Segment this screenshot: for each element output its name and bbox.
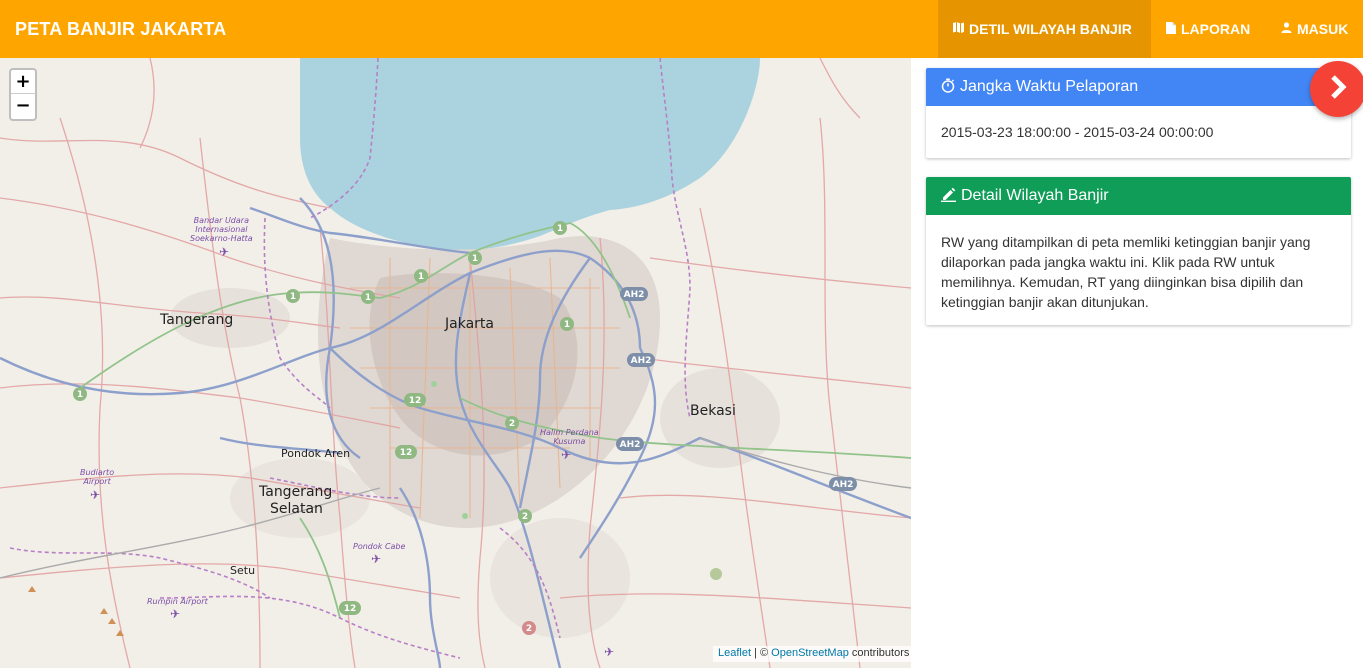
attribution-separator: | © [751, 647, 772, 659]
label-bekasi: Bekasi [690, 403, 736, 419]
svg-text:1: 1 [365, 293, 371, 303]
label-airport: Bandar Udara Internasional Soekarno-Hatt… [190, 216, 253, 243]
label-tangerang: Tangerang [160, 312, 234, 328]
svg-text:AH2: AH2 [620, 440, 641, 450]
label-budiarto-line2: Airport [83, 477, 111, 486]
label-budiarto-line1: Budiarto [80, 468, 115, 477]
map-icon [953, 22, 964, 36]
svg-text:1: 1 [472, 254, 478, 264]
svg-text:1: 1 [290, 292, 296, 302]
brand-title[interactable]: PETA BANJIR JAKARTA [15, 19, 226, 40]
navbar: PETA BANJIR JAKARTA DETIL WILAYAH BANJIR… [0, 0, 1363, 58]
svg-text:✈: ✈ [604, 645, 614, 659]
label-halim: Halim Perdana Kusuma [540, 428, 599, 446]
label-tangerang-selatan-1: Tangerang [259, 484, 333, 500]
svg-text:2: 2 [522, 512, 528, 522]
svg-text:✈: ✈ [90, 488, 100, 502]
nav-masuk-label: MASUK [1297, 21, 1349, 37]
label-jakarta: Jakarta [445, 316, 494, 332]
time-range-header: Jangka Waktu Pelaporan [926, 68, 1351, 106]
svg-text:1: 1 [557, 224, 563, 234]
svg-text:AH2: AH2 [631, 356, 652, 366]
svg-text:1: 1 [418, 272, 424, 282]
pencil-icon [941, 187, 956, 206]
time-range-panel: Jangka Waktu Pelaporan 2015-03-23 18:00:… [926, 68, 1351, 158]
flood-detail-panel: Detail Wilayah Banjir RW yang ditampilka… [926, 177, 1351, 325]
svg-text:AH2: AH2 [624, 290, 645, 300]
nav-laporan-label: LAPORAN [1181, 21, 1251, 37]
map-attribution: Leaflet | © OpenStreetMap contributors [713, 646, 911, 662]
label-airport-line1: Bandar Udara [193, 216, 249, 225]
svg-text:1: 1 [564, 320, 570, 330]
time-range-title: Jangka Waktu Pelaporan [960, 78, 1139, 95]
zoom-out-button[interactable]: − [11, 94, 35, 118]
flood-detail-header: Detail Wilayah Banjir [926, 177, 1351, 215]
svg-text:✈: ✈ [170, 607, 180, 621]
osm-link[interactable]: OpenStreetMap [771, 647, 849, 659]
label-budiarto: Budiarto Airport [80, 468, 114, 486]
label-tangerang-selatan-2: Selatan [270, 501, 323, 517]
chevron-right-icon [1327, 74, 1349, 104]
map-tiles: 1 1 1 1 1 1 1 2 2 2 12 12 12 AH2 AH2 AH2… [0, 58, 911, 668]
svg-text:2: 2 [526, 624, 532, 634]
leaflet-link[interactable]: Leaflet [718, 647, 751, 659]
svg-text:12: 12 [400, 448, 413, 458]
flood-detail-title: Detail Wilayah Banjir [961, 187, 1109, 204]
svg-text:12: 12 [344, 604, 357, 614]
svg-text:12: 12 [409, 396, 422, 406]
label-setu: Setu [230, 564, 256, 577]
svg-text:✈: ✈ [219, 245, 229, 259]
svg-text:✈: ✈ [371, 552, 381, 566]
svg-text:1: 1 [77, 390, 83, 400]
svg-text:✈: ✈ [561, 448, 571, 462]
zoom-control: + − [9, 68, 37, 121]
svg-text:AH2: AH2 [833, 480, 854, 490]
nav-detil-label: DETIL WILAYAH BANJIR [969, 21, 1132, 37]
stopwatch-icon [941, 78, 955, 97]
user-icon [1281, 22, 1292, 36]
zoom-in-button[interactable]: + [11, 70, 35, 94]
label-halim-line2: Kusuma [553, 437, 586, 446]
nav-detil-wilayah-banjir[interactable]: DETIL WILAYAH BANJIR [938, 0, 1151, 58]
flood-map[interactable]: 1 1 1 1 1 1 1 2 2 2 12 12 12 AH2 AH2 AH2… [0, 58, 911, 668]
label-airport-line3: Soekarno-Hatta [190, 234, 253, 243]
toggle-sidebar-button[interactable] [1310, 61, 1363, 117]
label-pondok-aren: Pondok Aren [281, 447, 351, 460]
nav-masuk[interactable]: MASUK [1266, 0, 1363, 58]
label-rumpin: Rumpin Airport [147, 597, 208, 606]
attribution-suffix: contributors [848, 647, 910, 659]
label-pondok-cabe: Pondok Cabe [353, 542, 406, 551]
label-airport-line2: Internasional [195, 225, 248, 234]
label-halim-line1: Halim Perdana [540, 428, 599, 437]
svg-text:2: 2 [509, 419, 515, 429]
nav-laporan[interactable]: LAPORAN [1151, 0, 1266, 58]
document-icon [1166, 21, 1176, 37]
time-range-value: 2015-03-23 18:00:00 - 2015-03-24 00:00:0… [941, 124, 1214, 140]
flood-detail-text: RW yang ditampilkan di peta memliki keti… [941, 234, 1311, 310]
